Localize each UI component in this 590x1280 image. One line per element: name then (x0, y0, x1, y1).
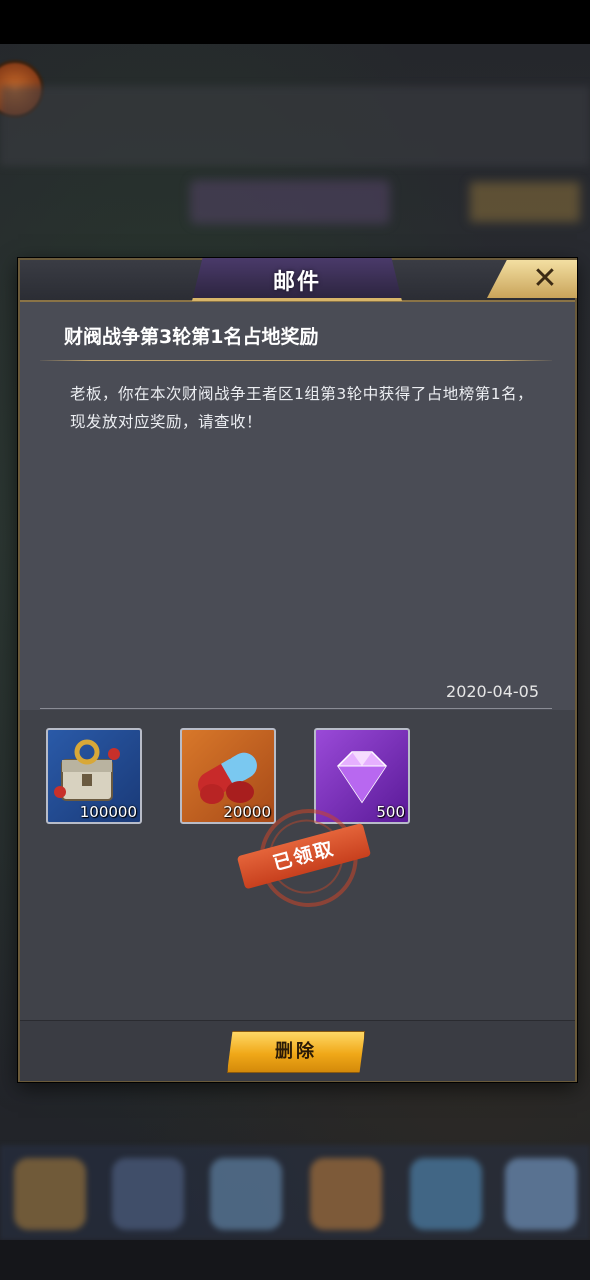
nav-icon-4 (310, 1158, 382, 1230)
nav-icon-6 (505, 1158, 577, 1230)
nav-icon-5 (410, 1158, 482, 1230)
blurred-tab-secondary (470, 182, 580, 222)
mail-dialog: 邮件 ✕ 财阀战争第3轮第1名占地奖励 老板，你在本次财阀战争王者区1组第3轮中… (18, 258, 577, 1082)
mail-body: 老板，你在本次财阀战争王者区1组第3轮中获得了占地榜第1名，现发放对应奖励，请查… (70, 385, 534, 431)
blurred-tab (190, 180, 390, 224)
reward-count: 100000 (79, 803, 137, 821)
date-divider (40, 708, 552, 709)
nav-icon-2 (112, 1158, 184, 1230)
subject-divider (40, 360, 552, 361)
dialog-header: 邮件 ✕ (20, 258, 577, 302)
close-icon[interactable]: ✕ (525, 261, 565, 297)
dialog-title: 邮件 (272, 270, 321, 295)
reward-item[interactable]: 100000 (46, 728, 142, 824)
mail-date: 2020-04-05 (446, 682, 539, 701)
nav-icon-3 (210, 1158, 282, 1230)
reward-item[interactable]: 20000 (180, 728, 276, 824)
dialog-footer: 删除 (20, 1020, 575, 1081)
mail-subject: 财阀战争第3轮第1名占地奖励 (64, 326, 319, 348)
blurred-bottom-nav (0, 1145, 590, 1240)
reward-count: 500 (376, 803, 405, 821)
blurred-header (0, 86, 590, 166)
close-button[interactable]: ✕ (487, 260, 577, 298)
nav-icon-1 (14, 1158, 86, 1230)
delete-button[interactable]: 删除 (227, 1031, 365, 1073)
status-bar (0, 0, 590, 44)
bottom-strip (0, 1240, 590, 1280)
